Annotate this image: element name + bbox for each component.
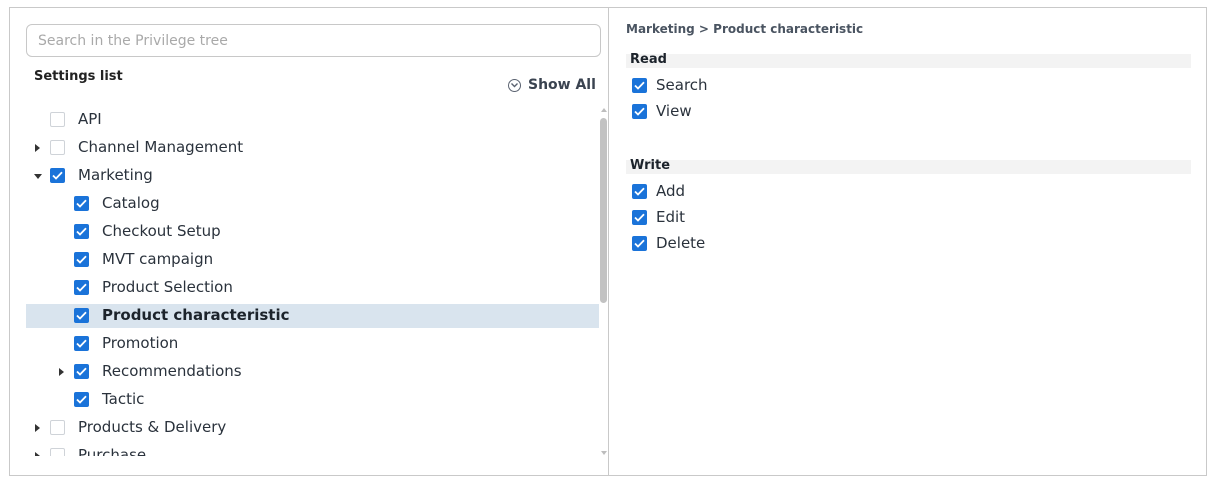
tree-item-checkbox[interactable] (74, 224, 89, 239)
tree-item-checkbox[interactable] (74, 364, 89, 379)
tree-item[interactable]: API (26, 108, 599, 132)
tree-item-checkbox[interactable] (50, 112, 65, 127)
tree-item-checkbox[interactable] (74, 308, 89, 323)
tree-item-label: Promotion (102, 334, 179, 352)
tree-item-checkbox[interactable] (50, 168, 65, 183)
show-all-label: Show All (528, 77, 596, 93)
privilege-search-input[interactable] (26, 24, 601, 57)
tree-item-label: MVT campaign (102, 250, 214, 268)
caret-right-icon[interactable] (35, 144, 40, 152)
tree-item-label: Tactic (102, 390, 145, 408)
tree-item[interactable]: Products & Delivery (26, 416, 599, 440)
permission-label: View (656, 102, 692, 120)
permission-section-header: Read (626, 52, 1191, 68)
permission-checkbox[interactable] (632, 104, 647, 119)
permission-label: Search (656, 76, 708, 94)
tree-item[interactable]: Promotion (26, 332, 599, 356)
settings-list-title: Settings list (34, 69, 123, 84)
tree-item[interactable]: Purchase (26, 444, 599, 456)
caret-right-icon[interactable] (35, 452, 40, 456)
permission-section-header: Write (626, 158, 1191, 174)
tree-item-label: API (78, 110, 102, 128)
tree-item-label: Products & Delivery (78, 418, 227, 436)
tree-item[interactable]: Catalog (26, 192, 599, 216)
caret-right-icon[interactable] (59, 368, 64, 376)
permission-label: Delete (656, 234, 706, 252)
tree-item-label: Product characteristic (102, 306, 290, 324)
show-all-button[interactable]: Show All (508, 76, 596, 94)
permission-section-title: Write (630, 158, 671, 173)
tree-item-label: Product Selection (102, 278, 233, 296)
tree-item-checkbox[interactable] (74, 392, 89, 407)
tree-item-label: Channel Management (78, 138, 244, 156)
tree-item[interactable]: Marketing (26, 164, 599, 188)
tree-item[interactable]: Channel Management (26, 136, 599, 160)
tree-item[interactable]: Product Selection (26, 276, 599, 300)
tree-item[interactable]: Recommendations (26, 360, 599, 384)
tree-item-checkbox[interactable] (74, 336, 89, 351)
tree-item-label: Recommendations (102, 362, 242, 380)
tree-item[interactable]: Tactic (26, 388, 599, 412)
tree-item-checkbox[interactable] (74, 196, 89, 211)
tree-item-checkbox[interactable] (50, 448, 65, 456)
tree-item[interactable]: Product characteristic (26, 304, 599, 328)
permission-checkbox[interactable] (632, 236, 647, 251)
permission-label: Edit (656, 208, 686, 226)
caret-right-icon[interactable] (35, 424, 40, 432)
permission-section-title: Read (630, 52, 667, 67)
permission-checkbox[interactable] (632, 184, 647, 199)
tree-scrollbar[interactable] (599, 106, 609, 458)
chevron-down-circle-icon (508, 78, 521, 92)
privilege-tree: API Channel Management Marketing Catalog Che… (26, 105, 599, 456)
caret-down-icon[interactable] (34, 174, 42, 179)
tree-item-label: Marketing (78, 166, 153, 184)
tree-item-label: Purchase (78, 446, 147, 456)
scroll-up-arrow-icon[interactable] (601, 108, 607, 112)
tree-item-label: Checkout Setup (102, 222, 221, 240)
breadcrumb: Marketing > Product characteristic (626, 22, 864, 36)
tree-item[interactable]: MVT campaign (26, 248, 599, 272)
tree-item-checkbox[interactable] (74, 280, 89, 295)
tree-item-checkbox[interactable] (50, 140, 65, 155)
tree-item[interactable]: Checkout Setup (26, 220, 599, 244)
permission-checkbox[interactable] (632, 210, 647, 225)
permission-checkbox[interactable] (632, 78, 647, 93)
permission-label: Add (656, 182, 686, 200)
tree-item-checkbox[interactable] (50, 420, 65, 435)
scroll-down-arrow-icon[interactable] (601, 451, 607, 455)
tree-item-checkbox[interactable] (74, 252, 89, 267)
tree-item-label: Catalog (102, 194, 160, 212)
scrollbar-thumb[interactable] (600, 118, 607, 303)
